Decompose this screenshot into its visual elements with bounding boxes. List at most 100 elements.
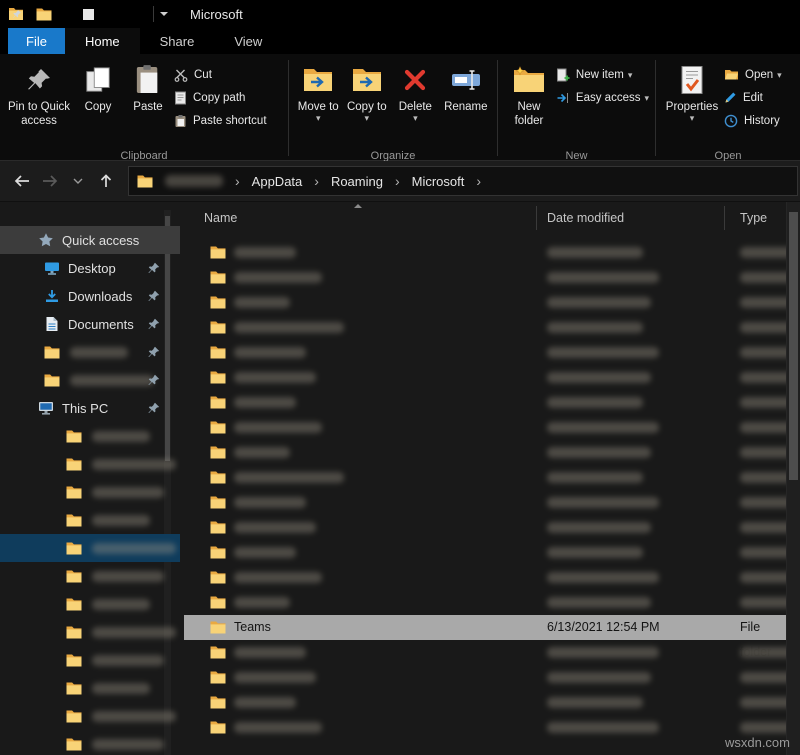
- sidebar-item[interactable]: This PC: [0, 394, 180, 422]
- blurred-file-name: [234, 272, 322, 283]
- open-button[interactable]: Open: [724, 66, 782, 83]
- sidebar-item[interactable]: [0, 730, 180, 755]
- paste-shortcut-button[interactable]: Paste shortcut: [174, 112, 267, 129]
- breadcrumb-segment[interactable]: Microsoft: [408, 174, 469, 189]
- breadcrumb-segment[interactable]: [161, 175, 227, 187]
- recent-locations-button[interactable]: [64, 167, 92, 195]
- breadcrumb-separator-icon[interactable]: ›: [387, 173, 408, 189]
- file-row[interactable]: [184, 540, 786, 565]
- up-button[interactable]: [92, 167, 120, 195]
- column-separator[interactable]: [536, 206, 537, 230]
- sidebar-item[interactable]: [0, 506, 180, 534]
- easy-access-button[interactable]: Easy access: [556, 89, 649, 106]
- breadcrumb-segment[interactable]: Roaming: [327, 174, 387, 189]
- copy-button[interactable]: Copy: [74, 57, 122, 149]
- square-icon[interactable]: [82, 8, 95, 21]
- column-headers: Name Date modified Type: [184, 202, 800, 234]
- file-row[interactable]: [184, 715, 786, 740]
- sidebar-item[interactable]: Quick access: [0, 226, 180, 254]
- blurred-label: [92, 571, 164, 582]
- file-row[interactable]: [184, 415, 786, 440]
- sidebar-item[interactable]: Documents: [0, 310, 180, 338]
- blurred-label: [92, 543, 176, 554]
- sidebar-item[interactable]: [0, 338, 180, 366]
- file-row[interactable]: [184, 490, 786, 515]
- sidebar-item[interactable]: [0, 674, 180, 702]
- vertical-scrollbar-thumb[interactable]: [789, 212, 798, 480]
- new-folder-button[interactable]: New folder: [504, 57, 554, 149]
- file-row[interactable]: [184, 340, 786, 365]
- file-row[interactable]: [184, 290, 786, 315]
- sidebar-item[interactable]: [0, 618, 180, 646]
- file-row[interactable]: [184, 515, 786, 540]
- column-header-type[interactable]: Type: [740, 211, 767, 225]
- cut-button[interactable]: Cut: [174, 66, 267, 83]
- pin-icon: [148, 262, 160, 274]
- file-row[interactable]: Teams 6/13/2021 12:54 PM File folder: [184, 615, 786, 640]
- sidebar-item[interactable]: [0, 366, 180, 394]
- move-to-button[interactable]: Move to: [295, 57, 342, 149]
- folder-icon: [64, 682, 84, 695]
- breadcrumb-separator-icon[interactable]: ›: [227, 173, 248, 189]
- blurred-date: [547, 697, 643, 708]
- sidebar-item[interactable]: [0, 562, 180, 590]
- paste-icon: [135, 60, 161, 100]
- tab-file[interactable]: File: [8, 28, 65, 54]
- folder-icon[interactable]: [36, 8, 52, 21]
- file-row[interactable]: [184, 590, 786, 615]
- breadcrumb: ›AppData›Roaming›Microsoft›: [161, 173, 489, 189]
- file-row[interactable]: [184, 465, 786, 490]
- address-box[interactable]: ›AppData›Roaming›Microsoft›: [128, 166, 798, 196]
- back-button[interactable]: [8, 167, 36, 195]
- tab-view[interactable]: View: [214, 28, 282, 54]
- new-item-button[interactable]: New item: [556, 66, 649, 83]
- sidebar-item[interactable]: Downloads: [0, 282, 180, 310]
- properties-icon: [679, 60, 705, 100]
- file-row[interactable]: [184, 440, 786, 465]
- button-label: Cut: [194, 69, 212, 81]
- vertical-scrollbar[interactable]: [786, 202, 800, 755]
- column-header-name[interactable]: Name: [204, 211, 237, 225]
- blurred-label: [92, 683, 150, 694]
- file-row[interactable]: [184, 690, 786, 715]
- open-folder-icon: [724, 68, 739, 81]
- history-button[interactable]: History: [724, 112, 782, 129]
- file-row[interactable]: [184, 390, 786, 415]
- copy-to-button[interactable]: Copy to: [344, 57, 391, 149]
- file-row[interactable]: [184, 365, 786, 390]
- properties-button[interactable]: Properties: [662, 57, 722, 149]
- tab-home[interactable]: Home: [65, 28, 140, 54]
- file-row[interactable]: [184, 640, 786, 665]
- blurred-file-name: [234, 347, 306, 358]
- sidebar-item[interactable]: [0, 478, 180, 506]
- sidebar-item[interactable]: [0, 590, 180, 618]
- column-header-date-modified[interactable]: Date modified: [547, 211, 624, 225]
- sidebar-item[interactable]: [0, 534, 180, 562]
- pc-icon: [36, 401, 56, 416]
- file-row[interactable]: [184, 240, 786, 265]
- edit-button[interactable]: Edit: [724, 89, 782, 106]
- column-separator[interactable]: [724, 206, 725, 230]
- paste-button[interactable]: Paste: [124, 57, 172, 149]
- chevron-down-icon[interactable]: [160, 12, 168, 16]
- forward-button[interactable]: [36, 167, 64, 195]
- breadcrumb-separator-icon[interactable]: ›: [306, 173, 327, 189]
- sidebar-item[interactable]: [0, 702, 180, 730]
- sidebar-item[interactable]: [0, 646, 180, 674]
- button-label: Edit: [743, 92, 763, 104]
- sidebar-item[interactable]: Desktop: [0, 254, 180, 282]
- file-row[interactable]: [184, 315, 786, 340]
- sidebar-item[interactable]: [0, 450, 180, 478]
- copy-path-button[interactable]: Copy path: [174, 89, 267, 106]
- tab-share[interactable]: Share: [140, 28, 215, 54]
- delete-button[interactable]: Delete: [392, 57, 439, 149]
- sidebar-item[interactable]: [0, 422, 180, 450]
- breadcrumb-separator-icon[interactable]: ›: [468, 173, 489, 189]
- file-row[interactable]: [184, 565, 786, 590]
- rename-button[interactable]: Rename: [441, 57, 491, 149]
- pin-folder-icon[interactable]: [8, 7, 24, 21]
- file-row[interactable]: [184, 665, 786, 690]
- breadcrumb-segment[interactable]: AppData: [248, 174, 307, 189]
- pin-to-quick-access-button[interactable]: Pin to Quick access: [6, 57, 72, 149]
- file-row[interactable]: [184, 265, 786, 290]
